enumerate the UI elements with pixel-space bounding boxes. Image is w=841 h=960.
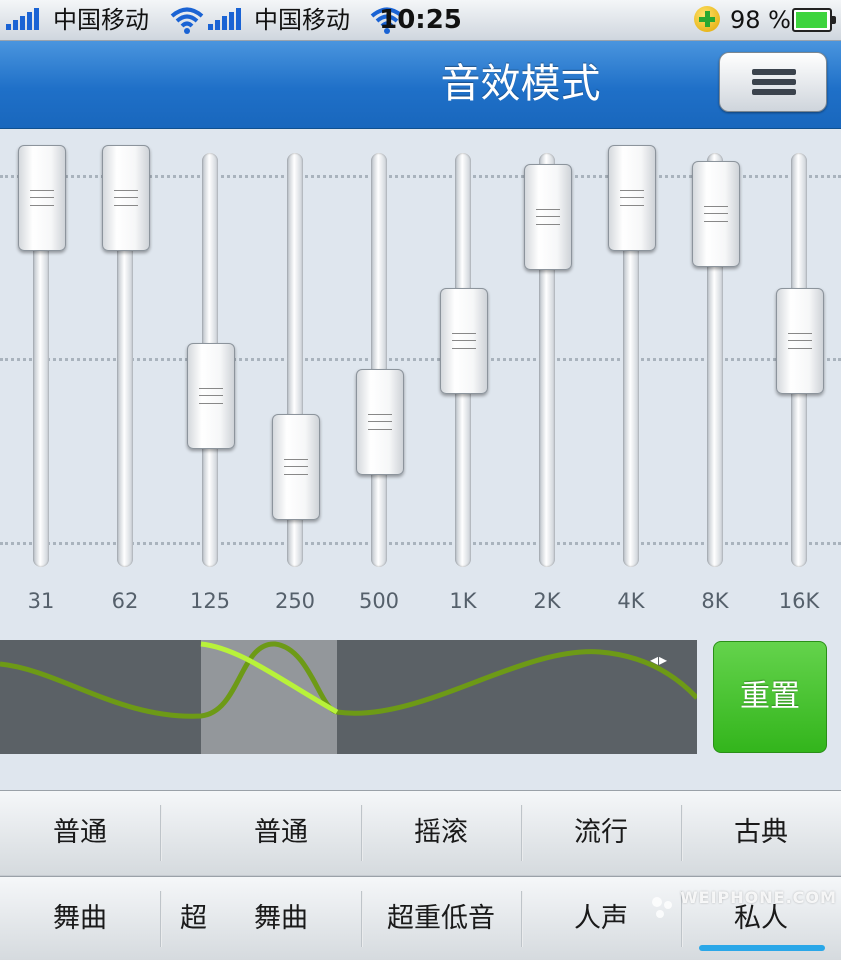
frequency-label: 125 bbox=[189, 589, 231, 613]
slider-knob[interactable] bbox=[524, 164, 572, 271]
preset-item[interactable]: 摇滚 bbox=[361, 791, 521, 875]
divider bbox=[160, 891, 162, 947]
frequency-label: 16K bbox=[778, 589, 820, 613]
grip-icon bbox=[536, 209, 560, 226]
grip-icon bbox=[368, 413, 392, 430]
frequency-label: 31 bbox=[27, 589, 55, 613]
page-title: 音效模式 bbox=[440, 61, 601, 107]
preset-item[interactable]: 普通 bbox=[201, 791, 361, 875]
frequency-label: 62 bbox=[111, 589, 139, 613]
grip-icon bbox=[284, 458, 308, 475]
slider-knob[interactable] bbox=[356, 368, 404, 475]
nav-bar: 音效模式 bbox=[0, 41, 841, 129]
reset-button[interactable]: 重置 bbox=[713, 641, 827, 753]
grip-icon bbox=[199, 387, 223, 404]
grip-icon bbox=[704, 206, 728, 223]
preset-item[interactable]: 舞曲 bbox=[0, 877, 160, 960]
plus-icon bbox=[694, 6, 720, 32]
slider-track[interactable] bbox=[371, 153, 387, 567]
preset-item[interactable]: 普通 bbox=[0, 791, 160, 875]
grip-icon bbox=[30, 190, 54, 206]
preset-item[interactable]: 超重低音 bbox=[361, 877, 521, 960]
frequency-label: 500 bbox=[358, 589, 400, 613]
scroll-arrows-icon[interactable]: ◂▸ bbox=[650, 650, 668, 669]
grip-icon bbox=[114, 190, 138, 206]
watermark: WEIPHONE.COM bbox=[680, 888, 837, 907]
frequency-label: 8K bbox=[701, 589, 729, 613]
grip-icon bbox=[788, 332, 812, 349]
preset-bar: 普通 普通 摇滚 流行 古典 舞曲 超 舞曲 超重低音 人声 私人 bbox=[0, 790, 841, 960]
slider-knob[interactable] bbox=[102, 145, 150, 251]
frequency-label: 2K bbox=[533, 589, 561, 613]
preset-item[interactable]: 古典 bbox=[681, 791, 841, 875]
equalizer: 31 62 125 250 500 1K 2K 4K 8K 16K bbox=[0, 129, 841, 629]
grip-icon bbox=[620, 190, 644, 206]
frequency-label: 1K bbox=[449, 589, 477, 613]
curve-preview[interactable] bbox=[0, 640, 697, 754]
watermark-icon bbox=[652, 897, 672, 918]
curve-wave bbox=[0, 641, 697, 719]
active-indicator bbox=[699, 945, 825, 951]
list-icon bbox=[752, 69, 796, 95]
slider-knob[interactable] bbox=[272, 413, 320, 520]
battery-icon bbox=[792, 8, 836, 32]
slider-knob[interactable] bbox=[608, 145, 656, 251]
slider-knob[interactable] bbox=[440, 287, 488, 394]
preset-row: 普通 普通 摇滚 流行 古典 bbox=[0, 790, 841, 875]
battery-percent: 98 % bbox=[730, 6, 791, 34]
menu-button[interactable] bbox=[719, 52, 827, 112]
divider bbox=[160, 805, 162, 861]
frequency-label: 4K bbox=[617, 589, 645, 613]
preset-item[interactable]: 舞曲 bbox=[201, 877, 361, 960]
preset-item[interactable]: 流行 bbox=[521, 791, 681, 875]
status-bar: 中国移动 中国移动 10:25 98 % bbox=[0, 0, 841, 41]
frequency-label: 250 bbox=[274, 589, 316, 613]
slider-knob[interactable] bbox=[187, 342, 235, 449]
slider-knob[interactable] bbox=[18, 145, 66, 251]
slider-knob[interactable] bbox=[692, 161, 740, 268]
slider-knob[interactable] bbox=[776, 287, 824, 394]
grip-icon bbox=[452, 332, 476, 349]
